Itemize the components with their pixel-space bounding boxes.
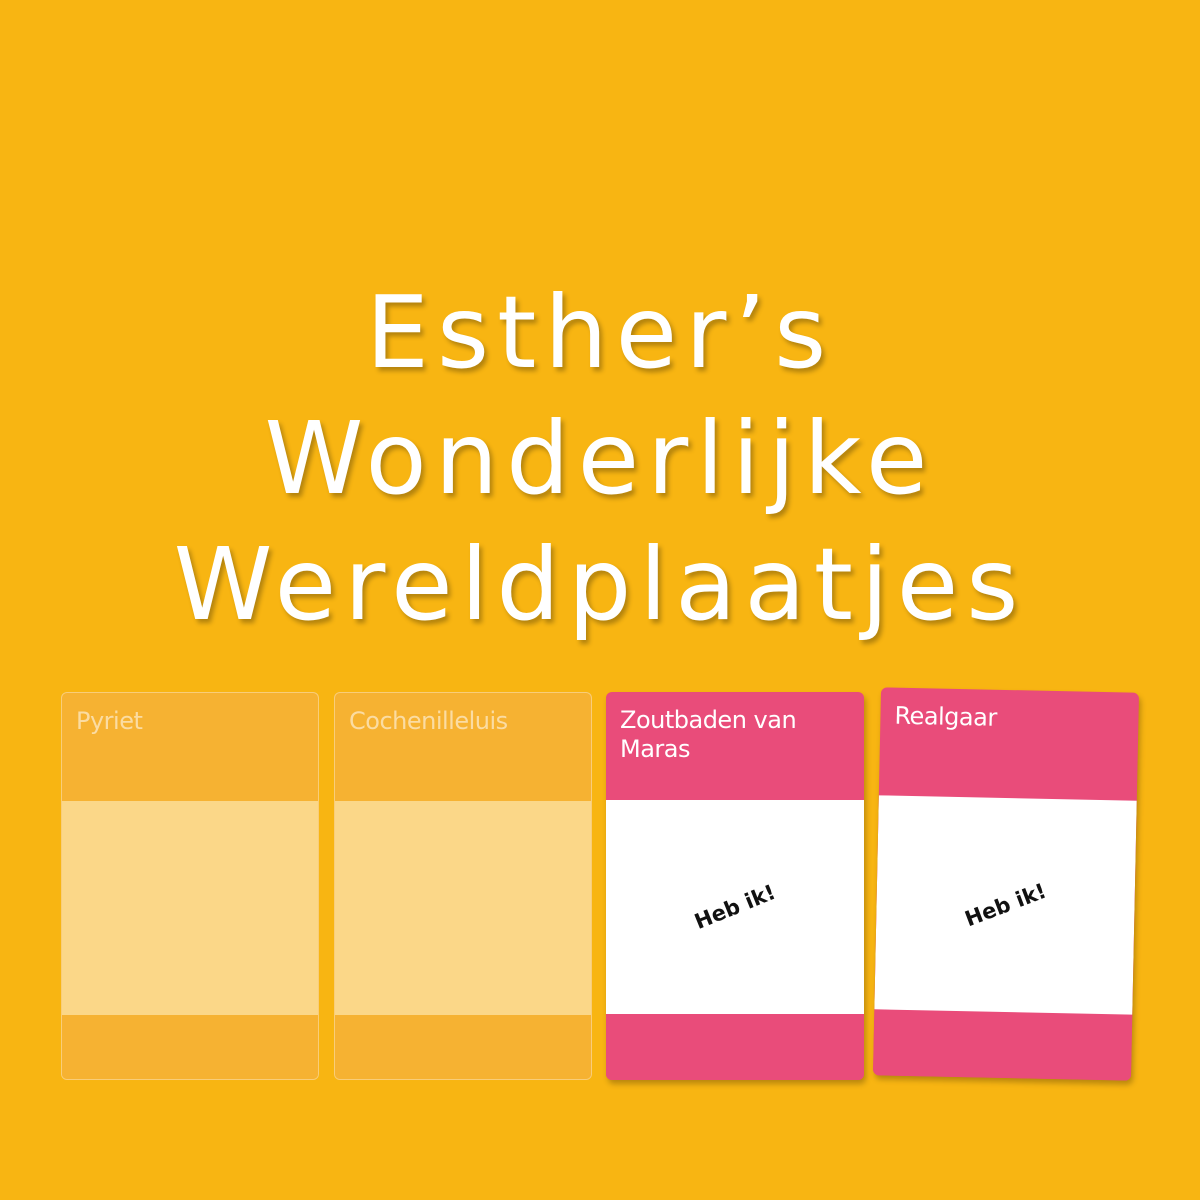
card-image-area: Heb ik! bbox=[606, 800, 864, 1014]
card-pyriet[interactable]: Pyriet bbox=[61, 692, 319, 1080]
card-title: Realgaar bbox=[894, 701, 998, 732]
card-image-area: Heb ik! bbox=[874, 795, 1137, 1015]
card-footer bbox=[62, 1015, 318, 1079]
card-footer bbox=[872, 1009, 1133, 1081]
card-footer bbox=[335, 1015, 591, 1079]
card-realgaar[interactable]: Realgaar Heb ik! bbox=[872, 687, 1140, 1081]
card-image-area bbox=[62, 801, 318, 1015]
card-cochenilleluis[interactable]: Cochenilleluis bbox=[334, 692, 592, 1080]
card-title: Pyriet bbox=[76, 707, 143, 735]
card-title: Cochenilleluis bbox=[349, 707, 508, 735]
have-it-stamp: Heb ik! bbox=[961, 878, 1050, 932]
card-zoutbaden-van-maras[interactable]: Zoutbaden van Maras Heb ik! bbox=[606, 692, 864, 1080]
have-it-stamp: Heb ik! bbox=[691, 879, 779, 935]
card-footer bbox=[606, 1014, 864, 1080]
card-image-area bbox=[335, 801, 591, 1015]
card-title: Zoutbaden van Maras bbox=[620, 706, 797, 763]
card-row: Pyriet Cochenilleluis Zoutbaden van Mara… bbox=[0, 0, 1200, 1200]
